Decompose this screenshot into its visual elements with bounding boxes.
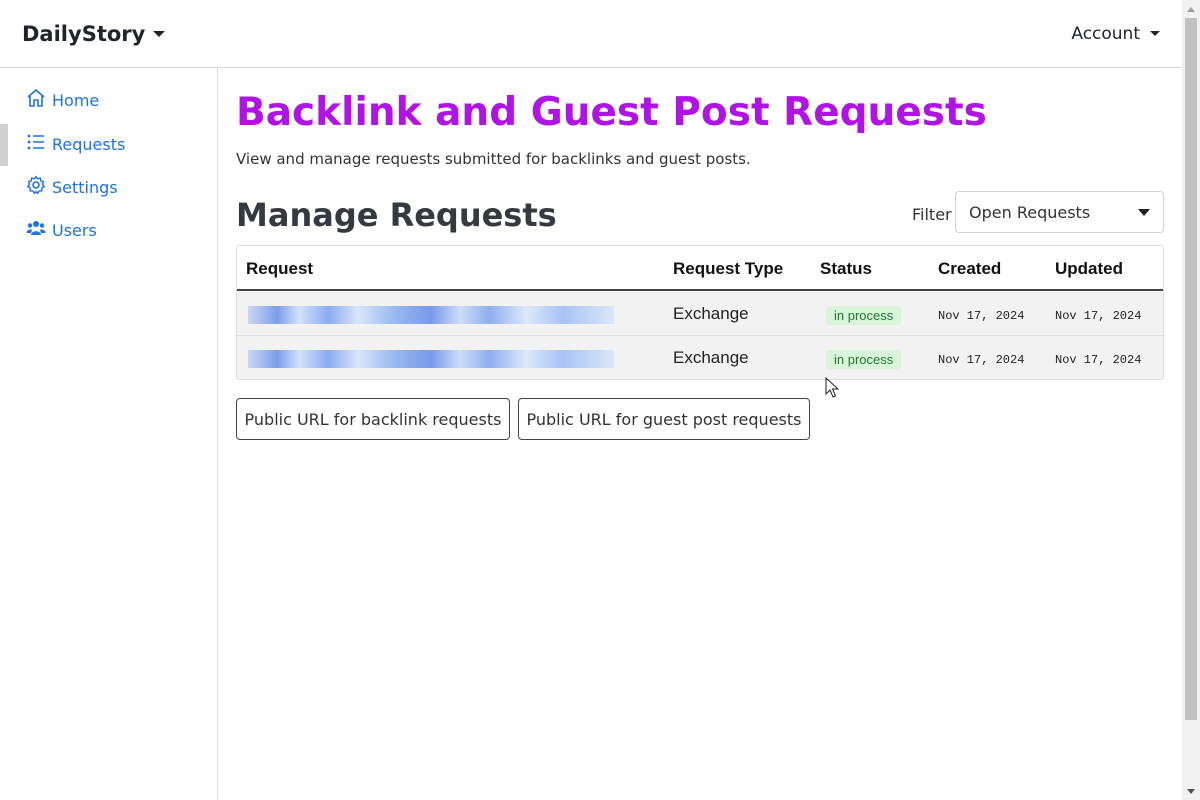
section-title: Manage Requests [236, 196, 557, 234]
scroll-up-arrow-icon[interactable] [1182, 0, 1200, 18]
sidebar-item-users[interactable]: Users [0, 210, 217, 250]
table-row[interactable]: Exchange in process Nov 17, 2024 Nov 17,… [237, 336, 1163, 379]
caret-down-icon [1150, 31, 1160, 36]
column-header-status[interactable]: Status [820, 259, 872, 279]
sidebar-item-label: Users [52, 220, 97, 240]
chevron-down-icon [1138, 208, 1150, 216]
created-date-cell: Nov 17, 2024 [938, 309, 1025, 323]
sidebar-item-label: Home [52, 90, 100, 110]
users-icon [26, 218, 46, 242]
updated-date-cell: Nov 17, 2024 [1055, 353, 1142, 367]
app-window: DailyStory Account Home Requests Setting… [0, 0, 1200, 800]
home-icon [26, 88, 46, 112]
sidebar: Home Requests Settings Users [0, 68, 218, 800]
created-date-cell: Nov 17, 2024 [938, 353, 1025, 367]
list-icon [26, 132, 46, 156]
vertical-scrollbar[interactable] [1182, 0, 1200, 800]
sidebar-item-requests[interactable]: Requests [0, 124, 217, 166]
requests-table: Request Request Type Status Created Upda… [236, 245, 1164, 380]
sidebar-item-home[interactable]: Home [0, 80, 217, 120]
request-type-cell: Exchange [673, 348, 749, 367]
column-header-request[interactable]: Request [246, 259, 313, 279]
mouse-cursor-icon [825, 377, 839, 398]
sidebar-item-label: Settings [52, 177, 118, 197]
top-navbar: DailyStory Account [0, 0, 1182, 68]
account-label: Account [1071, 23, 1140, 44]
column-header-request-type[interactable]: Request Type [673, 259, 783, 279]
updated-date-cell: Nov 17, 2024 [1055, 309, 1142, 323]
column-header-updated[interactable]: Updated [1055, 259, 1123, 279]
account-dropdown[interactable]: Account [1071, 24, 1160, 44]
column-header-created[interactable]: Created [938, 259, 1001, 279]
page-subtitle: View and manage requests submitted for b… [236, 150, 751, 168]
caret-down-icon [153, 30, 166, 37]
table-row[interactable]: Exchange in process Nov 17, 2024 Nov 17,… [237, 292, 1163, 336]
filter-label: Filter [912, 205, 952, 224]
page-title: Backlink and Guest Post Requests [236, 90, 987, 135]
scroll-thumb[interactable] [1185, 18, 1197, 720]
filter-selected-value: Open Requests [969, 202, 1091, 222]
sidebar-item-label: Requests [52, 134, 126, 154]
request-type-cell: Exchange [673, 304, 749, 323]
scroll-down-arrow-icon[interactable] [1182, 782, 1200, 800]
gear-icon [26, 175, 46, 199]
public-url-backlink-button[interactable]: Public URL for backlink requests [236, 398, 510, 440]
table-header: Request Request Type Status Created Upda… [237, 246, 1163, 291]
public-url-guest-post-button[interactable]: Public URL for guest post requests [518, 398, 810, 440]
sidebar-item-settings[interactable]: Settings [0, 167, 217, 207]
status-badge: in process [826, 350, 902, 369]
brand-name: DailyStory [22, 21, 146, 46]
request-link-redacted[interactable] [248, 350, 614, 368]
status-badge: in process [826, 306, 902, 325]
filter-select[interactable]: Open Requests [955, 191, 1164, 233]
brand-dropdown[interactable]: DailyStory [22, 21, 166, 46]
request-link-redacted[interactable] [248, 306, 614, 324]
